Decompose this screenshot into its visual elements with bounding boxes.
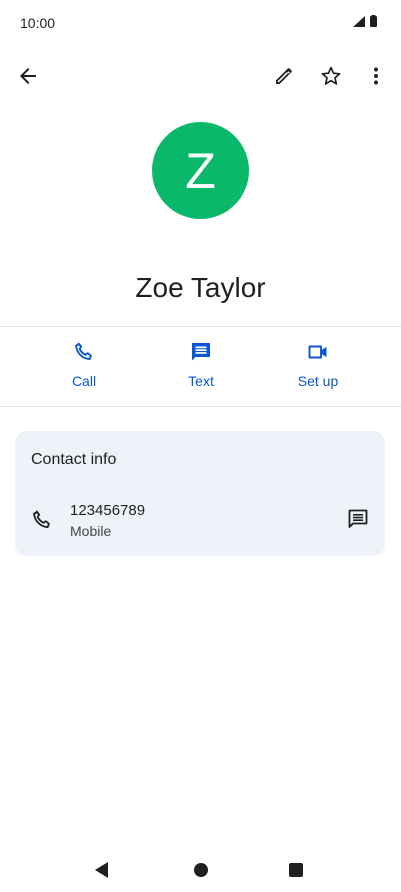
status-icons [349,15,381,29]
star-outline-icon [321,66,341,85]
message-icon [189,340,213,364]
nav-recents-button[interactable] [282,856,310,884]
cellular-signal-icon [353,15,377,27]
more-options-button[interactable] [356,56,396,96]
videocam-icon [306,340,330,364]
video-setup-button[interactable]: Set up [273,340,363,396]
text-label: Text [188,373,214,389]
quick-actions: Call Text Set up [0,340,401,396]
setup-label: Set up [297,373,339,389]
divider [0,326,401,327]
phone-icon [29,507,55,533]
avatar-initial: Z [185,142,216,199]
contact-name: Zoe Taylor [135,272,266,303]
phone-number[interactable]: 123456789 [70,502,145,519]
nav-back-button[interactable] [88,856,116,884]
pencil-icon [276,68,292,84]
edit-button[interactable] [264,56,304,96]
call-button[interactable]: Call [39,340,129,396]
app-bar [0,52,401,100]
favorite-button[interactable] [311,56,351,96]
status-bar: 10:00 [0,0,401,46]
text-button[interactable]: Text [156,340,246,396]
nav-recents-icon [289,863,303,877]
nav-home-icon [194,863,208,877]
avatar: Z [152,122,249,219]
back-button[interactable] [8,56,48,96]
call-label: Call [71,373,97,389]
contact-info-title: Contact info [31,451,117,468]
send-message-button[interactable] [342,503,374,535]
nav-home-button[interactable] [187,856,215,884]
phone-type: Mobile [70,523,112,539]
more-vert-icon [374,67,378,85]
contact-info-card: Contact info 123456789 Mobile [15,431,385,556]
nav-back-icon [95,862,108,878]
system-nav-bar [0,848,401,892]
arrow-back-icon [20,68,36,84]
divider [0,406,401,407]
status-time: 10:00 [20,15,56,31]
message-outline-icon [348,509,368,528]
phone-icon [72,340,96,364]
